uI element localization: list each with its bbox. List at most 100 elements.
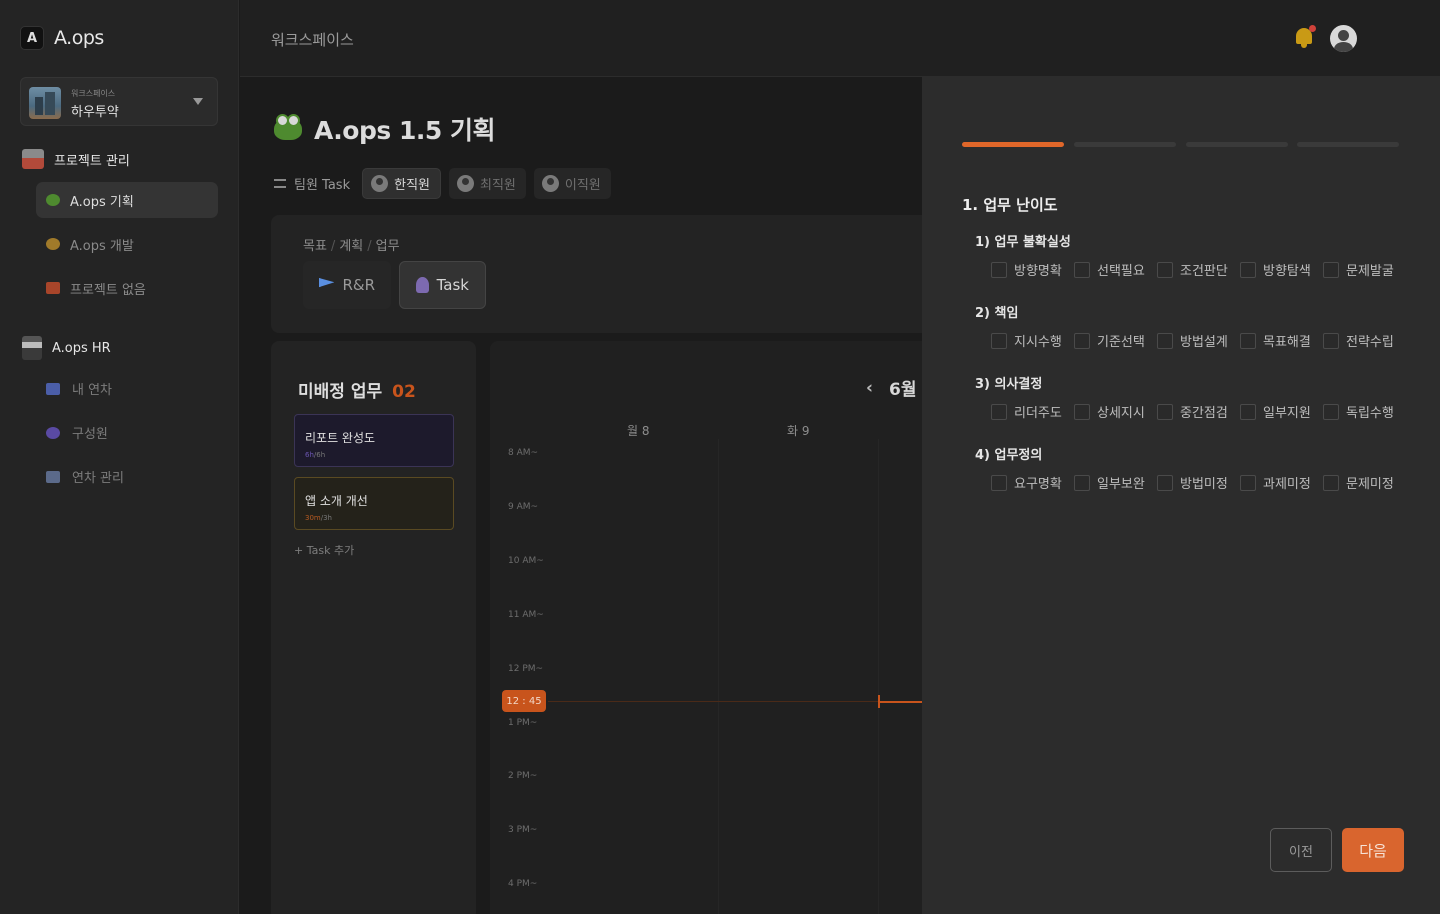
option-checkbox[interactable]: 방향탐색 — [1240, 260, 1311, 279]
option-checkbox[interactable]: 문제미정 — [1323, 473, 1394, 492]
option-checkbox[interactable]: 일부지원 — [1240, 402, 1311, 421]
filter-label-text: 팀원 Task — [294, 178, 351, 193]
checkbox[interactable] — [1323, 261, 1339, 278]
member-chip[interactable]: 이직원 — [533, 168, 611, 199]
option-label: 전략수립 — [1346, 335, 1394, 350]
breadcrumb-item[interactable]: 업무 — [376, 239, 400, 254]
question-label: 1) 업무 불확실성 — [975, 235, 1071, 250]
sidebar-item-label: 연차 관리 — [72, 471, 124, 486]
checkbox[interactable] — [1157, 403, 1173, 420]
option-checkbox[interactable]: 조건판단 — [1157, 260, 1228, 279]
workspace-thumbnail — [29, 87, 61, 119]
calendar-day-header: 화 9 — [787, 424, 810, 438]
hour-label: 4 PM~ — [508, 879, 538, 889]
checkbox[interactable] — [1074, 403, 1090, 420]
checkbox[interactable] — [1323, 332, 1339, 349]
option-checkbox[interactable]: 상세지시 — [1074, 402, 1145, 421]
tab-label: Task — [436, 276, 469, 294]
next-button[interactable]: 다음 — [1342, 828, 1404, 872]
tab-label: R&R — [342, 276, 375, 294]
breadcrumb-item[interactable]: 목표 — [303, 239, 327, 254]
checkbox[interactable] — [1074, 261, 1090, 278]
task-card[interactable]: 앱 소개 개선 30m/3h — [294, 477, 454, 530]
sidebar-section-projects[interactable]: 프로젝트 관리 — [22, 149, 130, 169]
checkbox[interactable] — [991, 332, 1007, 349]
option-checkbox[interactable]: 리더주도 — [991, 402, 1062, 421]
option-group: 지시수행 기준선택 방법설계 목표해결 전략수립 — [991, 331, 1394, 350]
task-card[interactable]: 리포트 완성도 6h/6h — [294, 414, 454, 467]
option-checkbox[interactable]: 중간점검 — [1157, 402, 1228, 421]
sidebar-section-hr[interactable]: A.ops HR — [22, 336, 111, 360]
question-label: 3) 의사결정 — [975, 377, 1043, 392]
option-checkbox[interactable]: 방법설계 — [1157, 331, 1228, 350]
option-label: 독립수행 — [1346, 406, 1394, 421]
workspace-switcher[interactable]: 워크스페이스 하우투약 — [20, 77, 218, 126]
checkbox[interactable] — [1157, 332, 1173, 349]
task-time-total: /3h — [320, 514, 332, 522]
checkbox[interactable] — [1240, 403, 1256, 420]
checkbox[interactable] — [1157, 474, 1173, 491]
checkbox[interactable] — [1074, 332, 1090, 349]
filter-label[interactable]: 팀원 Task — [274, 174, 350, 193]
sidebar-item-aops-dev[interactable]: A.ops 개발 — [36, 226, 218, 262]
task-time: 6h/6h — [305, 451, 443, 459]
checkbox[interactable] — [1323, 474, 1339, 491]
sidebar-item-members[interactable]: 구성원 — [46, 423, 108, 442]
option-checkbox[interactable]: 목표해결 — [1240, 331, 1311, 350]
chevron-left-icon[interactable]: ‹ — [866, 378, 873, 398]
previous-button[interactable]: 이전 — [1270, 828, 1332, 872]
task-time-spent: 6h — [305, 451, 314, 459]
checkbox[interactable] — [991, 474, 1007, 491]
sidebar-item-label: A.ops 기획 — [70, 194, 134, 210]
user-avatar[interactable] — [1330, 25, 1357, 52]
checkbox[interactable] — [991, 261, 1007, 278]
member-filter: 팀원 Task 한직원 최직원 이직원 — [274, 168, 611, 199]
option-checkbox[interactable]: 일부보완 — [1074, 473, 1145, 492]
option-checkbox[interactable]: 지시수행 — [991, 331, 1062, 350]
option-checkbox[interactable]: 기준선택 — [1074, 331, 1145, 350]
person-icon — [416, 277, 429, 293]
option-checkbox[interactable]: 요구명확 — [991, 473, 1062, 492]
member-chip[interactable]: 한직원 — [362, 168, 441, 199]
sidebar-section-label: 프로젝트 관리 — [54, 153, 130, 169]
option-checkbox[interactable]: 독립수행 — [1323, 402, 1394, 421]
caret-down-icon[interactable] — [193, 98, 203, 105]
checkbox[interactable] — [1240, 474, 1256, 491]
checkbox[interactable] — [1240, 332, 1256, 349]
bell-icon[interactable] — [1294, 25, 1316, 48]
option-checkbox[interactable]: 방향명확 — [991, 260, 1062, 279]
add-task-button[interactable]: + Task 추가 — [294, 542, 354, 558]
option-label: 지시수행 — [1014, 335, 1062, 350]
option-checkbox[interactable]: 선택필요 — [1074, 260, 1145, 279]
option-checkbox[interactable]: 전략수립 — [1323, 331, 1394, 350]
checkbox[interactable] — [1074, 474, 1090, 491]
survey-title: 1. 업무 난이도 — [962, 196, 1058, 214]
option-label: 상세지시 — [1097, 406, 1145, 421]
checkbox[interactable] — [1323, 403, 1339, 420]
option-checkbox[interactable]: 문제발굴 — [1323, 260, 1394, 279]
member-chip[interactable]: 최직원 — [449, 168, 526, 199]
breadcrumb-item[interactable]: 계획 — [339, 239, 363, 254]
option-label: 일부지원 — [1263, 406, 1311, 421]
option-label: 과제미정 — [1263, 477, 1311, 492]
sidebar-item-no-project[interactable]: 프로젝트 없음 — [36, 270, 218, 306]
tab-task[interactable]: Task — [399, 261, 486, 309]
flag-icon — [319, 278, 335, 288]
breadcrumb-separator: / — [367, 239, 372, 254]
notification-dot — [1309, 25, 1316, 32]
tab-rr[interactable]: R&R — [303, 261, 391, 309]
brand-logo[interactable]: A A.ops — [20, 26, 104, 50]
aops-logo-icon: A — [20, 26, 44, 50]
option-label: 목표해결 — [1263, 335, 1311, 350]
hour-label: 3 PM~ — [508, 825, 538, 835]
sidebar-item-label: 내 연차 — [72, 383, 113, 398]
sidebar-item-my-leave[interactable]: 내 연차 — [46, 379, 112, 398]
checkbox[interactable] — [1157, 261, 1173, 278]
sidebar-item-aops-planning[interactable]: A.ops 기획 — [36, 182, 218, 218]
workspace-caption: 워크스페이스 — [71, 89, 116, 98]
checkbox[interactable] — [991, 403, 1007, 420]
sidebar-item-leave-management[interactable]: 연차 관리 — [46, 467, 124, 486]
option-checkbox[interactable]: 과제미정 — [1240, 473, 1311, 492]
checkbox[interactable] — [1240, 261, 1256, 278]
option-checkbox[interactable]: 방법미정 — [1157, 473, 1228, 492]
